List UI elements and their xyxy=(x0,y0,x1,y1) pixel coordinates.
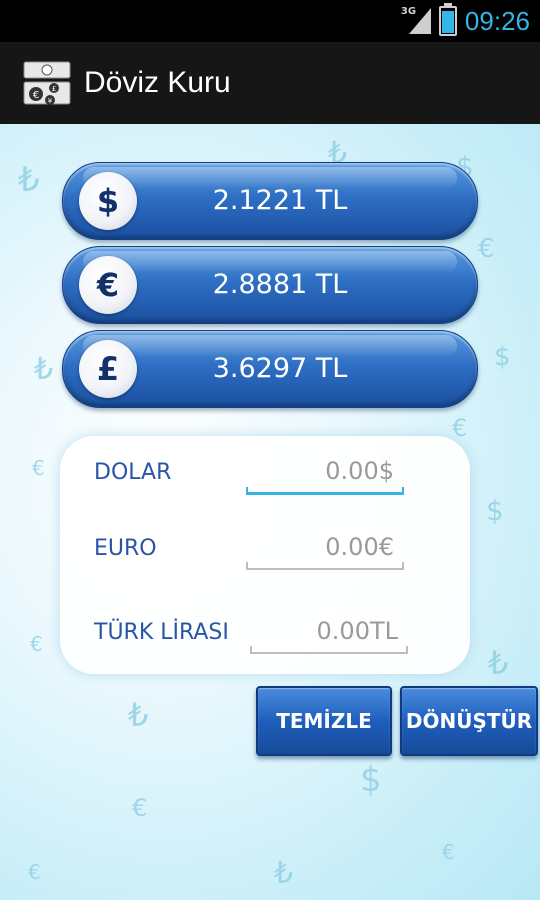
pound-rate-value: 3.6297 TL xyxy=(212,353,348,384)
dollar-rate-pill: $ 2.1221 TL xyxy=(62,162,478,240)
convert-button[interactable]: DÖNÜŞTÜR xyxy=(400,686,538,756)
signal-icon xyxy=(408,8,431,34)
bg-euro-symbol: € xyxy=(30,632,43,656)
bg-lira-symbol: ₺ xyxy=(34,352,54,387)
dollar-rate-value: 2.1221 TL xyxy=(212,185,348,216)
try-input-underline xyxy=(250,646,408,654)
euro-rate-value: 2.8881 TL xyxy=(212,269,348,300)
clear-button[interactable]: TEMİZLE xyxy=(256,686,392,756)
bg-euro-symbol: € xyxy=(28,860,41,884)
pound-rate-pill: £ 3.6297 TL xyxy=(62,330,478,408)
bg-dollar-symbol: $ xyxy=(360,760,382,800)
euro-rate-pill: € 2.8881 TL xyxy=(62,246,478,324)
bg-dollar-symbol: $ xyxy=(486,494,504,527)
dolar-input-underline xyxy=(246,487,404,495)
bg-lira-symbol: ₺ xyxy=(18,160,40,200)
euro-label: EURO xyxy=(94,536,157,561)
app-title: Döviz Kuru xyxy=(84,66,231,99)
try-label: TÜRK LİRASI xyxy=(94,620,229,645)
currency-exchange-icon: € £ ¥ xyxy=(23,61,71,105)
status-bar: 3G 09:26 xyxy=(0,0,540,42)
svg-text:¥: ¥ xyxy=(48,97,53,105)
bg-dollar-symbol: $ xyxy=(494,342,511,372)
dolar-input[interactable] xyxy=(246,452,404,492)
svg-text:€: € xyxy=(33,90,39,101)
bg-lira-symbol: ₺ xyxy=(128,696,149,734)
bg-euro-symbol: € xyxy=(452,414,468,442)
bg-euro-symbol: € xyxy=(478,234,495,264)
bg-euro-symbol: € xyxy=(132,794,148,822)
action-bar: € £ ¥ Döviz Kuru xyxy=(0,42,540,126)
euro-input-underline xyxy=(246,562,404,570)
status-icons: 3G 09:26 xyxy=(401,0,530,42)
euro-input[interactable] xyxy=(246,528,404,568)
try-input[interactable] xyxy=(250,612,408,652)
bg-euro-symbol: € xyxy=(442,840,455,864)
network-indicator: 3G xyxy=(401,6,431,36)
svg-text:£: £ xyxy=(52,85,56,93)
bg-euro-symbol: € xyxy=(32,456,45,480)
main-content: ₺ ₺ $ € $ ₺ € € $ € ₺ ₺ $ € € € ₺ $ 2.12… xyxy=(0,124,540,900)
bg-lira-symbol: ₺ xyxy=(488,644,509,682)
converter-panel: DOLAR EURO TÜRK LİRASI xyxy=(60,436,470,674)
status-clock: 09:26 xyxy=(464,5,530,36)
dolar-label: DOLAR xyxy=(94,460,172,485)
bg-lira-symbol: ₺ xyxy=(274,856,294,891)
battery-icon xyxy=(438,3,457,36)
